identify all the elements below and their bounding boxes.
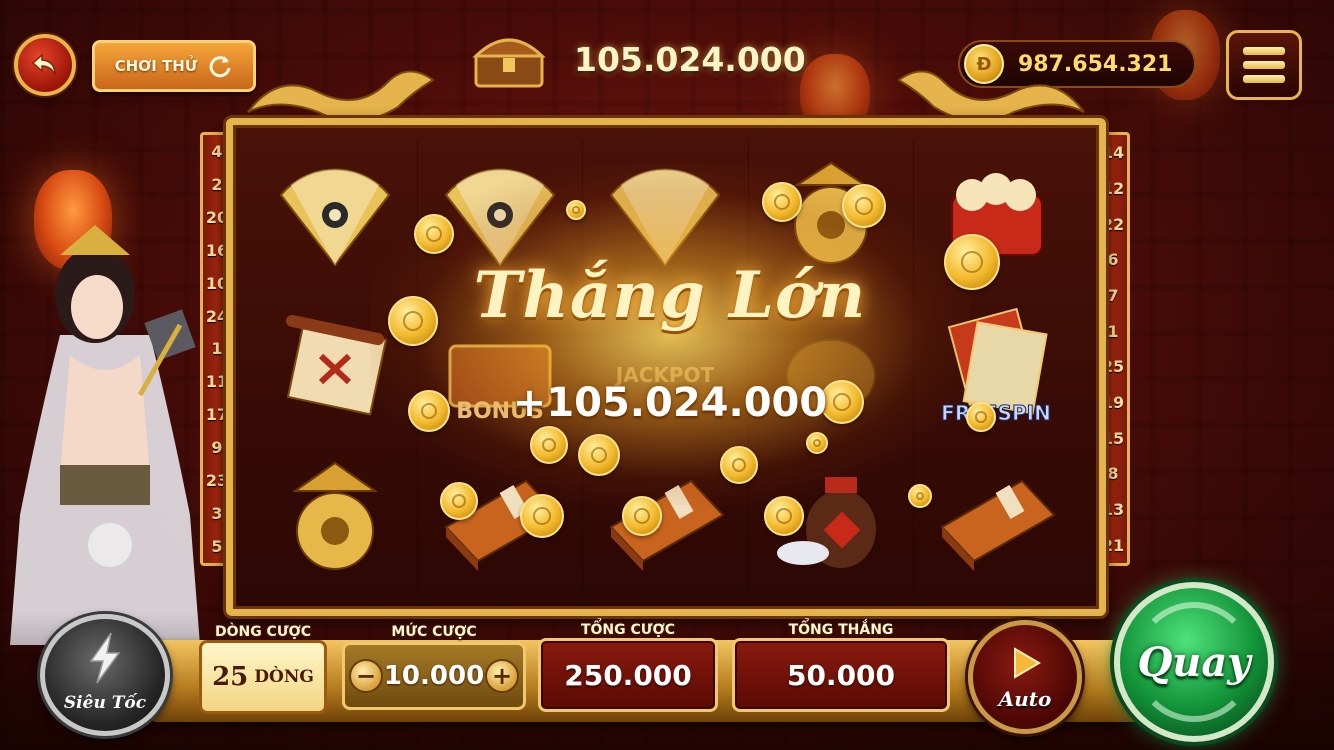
- bet-decrease-button[interactable]: −: [349, 659, 383, 693]
- coin-icon: [520, 494, 564, 538]
- total-bet-value: 250.000: [538, 638, 718, 712]
- lines-unit: DÒNG: [254, 667, 314, 687]
- payline-number: 8: [1107, 464, 1119, 484]
- bet-increase-button[interactable]: +: [485, 659, 519, 693]
- menu-bar-icon: [1243, 61, 1285, 69]
- payline-number: 1: [211, 339, 223, 359]
- coin-icon: [764, 496, 804, 536]
- freespin-label: FREESPIN: [942, 401, 1052, 425]
- lightning-icon: [89, 632, 121, 684]
- coin-icon: [966, 402, 996, 432]
- lines-selector[interactable]: 25 DÒNG: [199, 640, 327, 714]
- bet-level-label: MỨC CƯỢC: [391, 624, 477, 640]
- coin-icon: [944, 234, 1000, 290]
- reel-cell: [914, 442, 1079, 593]
- golden-dragon-decoration-left: [247, 70, 435, 122]
- book-icon: [609, 480, 726, 572]
- lines-value: 25: [212, 662, 249, 692]
- payline-number: 1: [1107, 321, 1119, 341]
- spin-ring-icon: [1134, 602, 1254, 722]
- payline-number: 23: [205, 471, 229, 491]
- coin-icon: [762, 182, 802, 222]
- bet-level-value: 10.000: [383, 661, 485, 691]
- payline-number: 5: [211, 537, 223, 557]
- lantern-icon: [291, 462, 379, 571]
- jackpot-display: 105.024.000: [470, 28, 834, 90]
- book-icon: [940, 480, 1056, 572]
- big-win-title: Thắng Lớn: [473, 258, 867, 333]
- play-icon: [1014, 647, 1041, 679]
- total-win-value: 50.000: [732, 638, 950, 712]
- fan-icon: [279, 168, 391, 267]
- total-win-label: TỔNG THẮNG: [788, 622, 894, 638]
- auto-spin-button[interactable]: Auto: [968, 620, 1082, 734]
- reel-cell: [253, 441, 419, 593]
- fan-icon: [610, 168, 721, 267]
- fan-icon: [445, 168, 556, 267]
- bet-level-stepper: − 10.000 +: [342, 642, 526, 710]
- auto-label: Auto: [998, 687, 1052, 711]
- demo-play-button[interactable]: CHƠI THỬ: [92, 40, 256, 92]
- payline-number: 4: [211, 141, 223, 161]
- refresh-icon: [209, 56, 231, 78]
- payline-number: 10: [205, 273, 229, 293]
- coin-icon: [578, 434, 620, 476]
- payline-number: 9: [211, 438, 223, 458]
- payline-number: 24: [205, 306, 229, 326]
- coin-icon: [440, 482, 478, 520]
- coin-icon: [908, 484, 932, 508]
- payline-number: 2: [211, 174, 223, 194]
- menu-bar-icon: [1243, 47, 1285, 55]
- golden-dragon-decoration-right: [897, 70, 1085, 122]
- freespin-icon: FREESPIN: [941, 307, 1052, 425]
- turbo-label: Siêu Tốc: [63, 693, 147, 713]
- back-arrow-icon: [31, 53, 56, 76]
- coin-icon: [842, 184, 886, 228]
- payline-number: 16: [205, 240, 229, 260]
- coin-icon: [530, 426, 568, 464]
- lines-label: DÒNG CƯỢC: [214, 624, 312, 640]
- demo-play-label: CHƠI THỬ: [114, 57, 198, 75]
- coin-icon: [414, 214, 454, 254]
- spin-button[interactable]: Quay: [1114, 582, 1274, 742]
- total-bet-label: TỔNG CƯỢC: [580, 622, 675, 638]
- jackpot-value: 105.024.000: [574, 39, 806, 79]
- menu-bar-icon: [1243, 75, 1285, 83]
- coin-icon: [622, 496, 662, 536]
- coin-icon: [720, 446, 758, 484]
- treasure-chest-icon: [472, 38, 546, 88]
- coin-icon: [806, 432, 828, 454]
- reel-grid: BONUS JACKPOT FREESPIN: [253, 139, 1079, 593]
- payline-number: 7: [1107, 285, 1119, 305]
- coin-icon: [566, 200, 586, 220]
- menu-button[interactable]: [1226, 30, 1302, 100]
- payline-number: 3: [211, 504, 223, 524]
- payline-number: 17: [205, 405, 229, 425]
- reel-cell: FREESPIN: [914, 290, 1079, 441]
- reels-frame: BONUS JACKPOT FREESPIN: [226, 118, 1106, 616]
- scroll-icon: [286, 314, 388, 416]
- payline-number: 20: [205, 207, 229, 227]
- back-button[interactable]: [14, 34, 76, 96]
- payline-number: 11: [205, 372, 229, 392]
- reel-cell: [253, 139, 419, 291]
- payline-number: 6: [1107, 250, 1119, 270]
- heroine-character-illustration: [10, 225, 200, 645]
- turbo-button[interactable]: Siêu Tốc: [40, 614, 170, 736]
- big-win-amount: +105.024.000: [512, 380, 828, 426]
